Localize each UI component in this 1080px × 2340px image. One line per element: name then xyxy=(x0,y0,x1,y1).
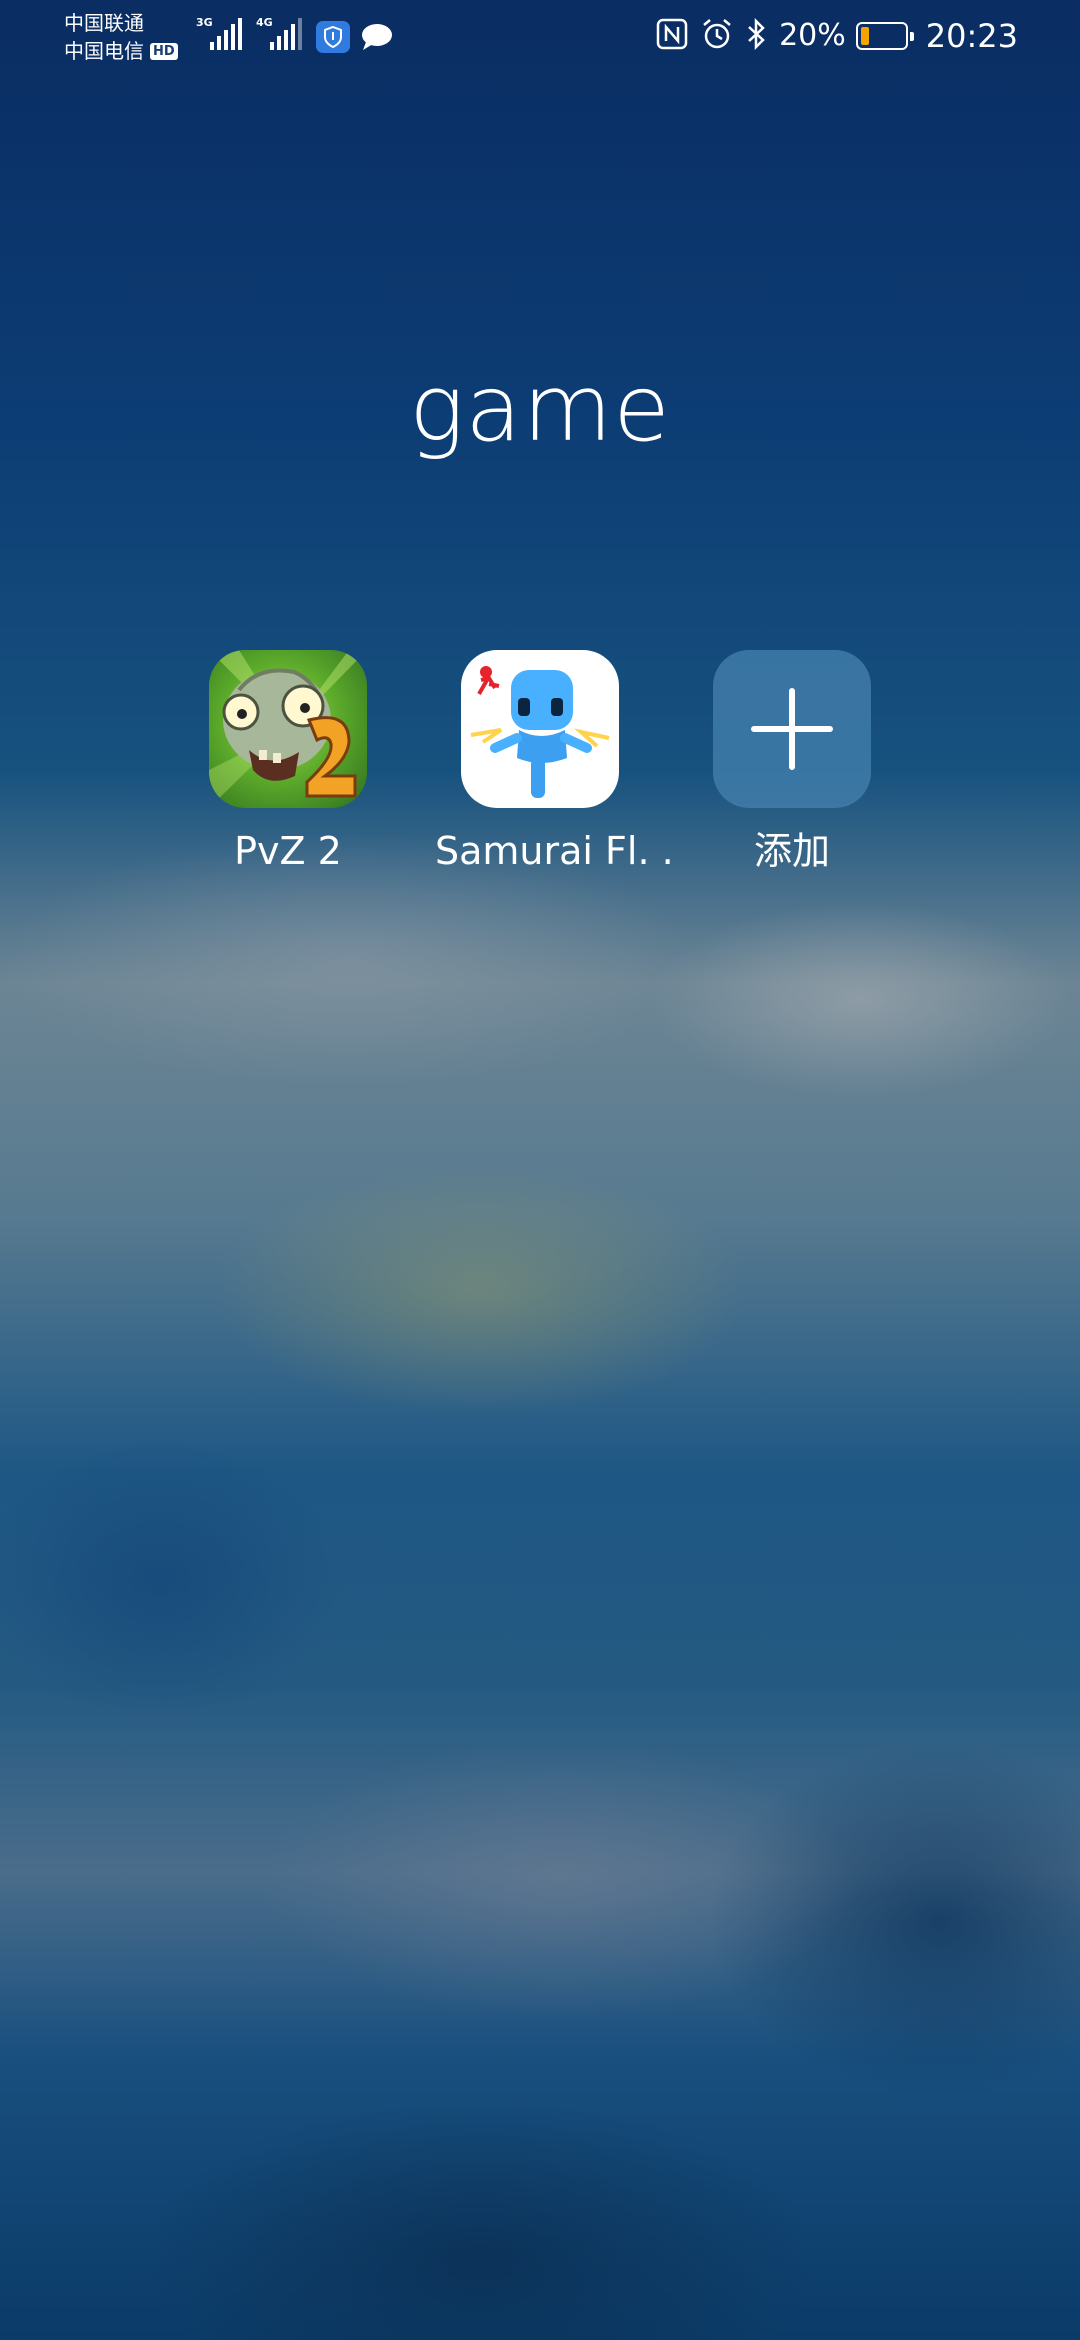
bluetooth-icon xyxy=(745,16,769,56)
status-right-group: 20% 20:23 xyxy=(655,14,1018,58)
app-label: Samurai Fl. . xyxy=(435,829,674,873)
add-label: 添加 xyxy=(753,829,830,873)
carrier-1-label: 中国联通 xyxy=(64,11,144,35)
carrier-info: 中国联通 中国电信 HD xyxy=(64,9,178,65)
battery-fill xyxy=(860,27,869,45)
blurred-wallpaper[interactable] xyxy=(0,0,1080,2340)
battery-icon xyxy=(855,22,914,50)
security-shield-icon xyxy=(316,21,350,53)
network-type-2: 4G xyxy=(256,16,273,29)
app-pvz2[interactable]: PvZ 2 xyxy=(183,650,393,876)
plus-icon xyxy=(751,688,833,770)
home-screen-folder: 中国联通 中国电信 HD 3G 4G 20% 20:23 game PvZ 2 … xyxy=(0,0,1080,2340)
folder-title[interactable]: game xyxy=(0,355,1080,462)
signal-2-icon: 4G xyxy=(256,16,302,50)
app-label: PvZ 2 xyxy=(234,829,342,873)
network-type-1: 3G xyxy=(196,16,213,29)
status-bar: 中国联通 中国电信 HD 3G 4G 20% 20:23 xyxy=(0,0,1080,72)
samurai-flash-icon[interactable] xyxy=(461,650,619,808)
add-tile[interactable] xyxy=(713,650,871,808)
carrier-2-label: 中国电信 xyxy=(64,39,144,63)
app-samurai-flash[interactable]: Samurai Fl. . xyxy=(435,650,674,876)
status-clock: 20:23 xyxy=(925,17,1018,55)
battery-percent: 20% xyxy=(779,18,846,53)
message-bubble-icon xyxy=(360,22,394,56)
signal-1-icon: 3G xyxy=(196,16,242,50)
alarm-icon xyxy=(699,16,735,56)
hd-badge: HD xyxy=(150,42,178,60)
pvz2-icon[interactable] xyxy=(209,650,367,808)
nfc-icon xyxy=(655,17,689,55)
add-app-button[interactable]: 添加 xyxy=(687,650,897,876)
